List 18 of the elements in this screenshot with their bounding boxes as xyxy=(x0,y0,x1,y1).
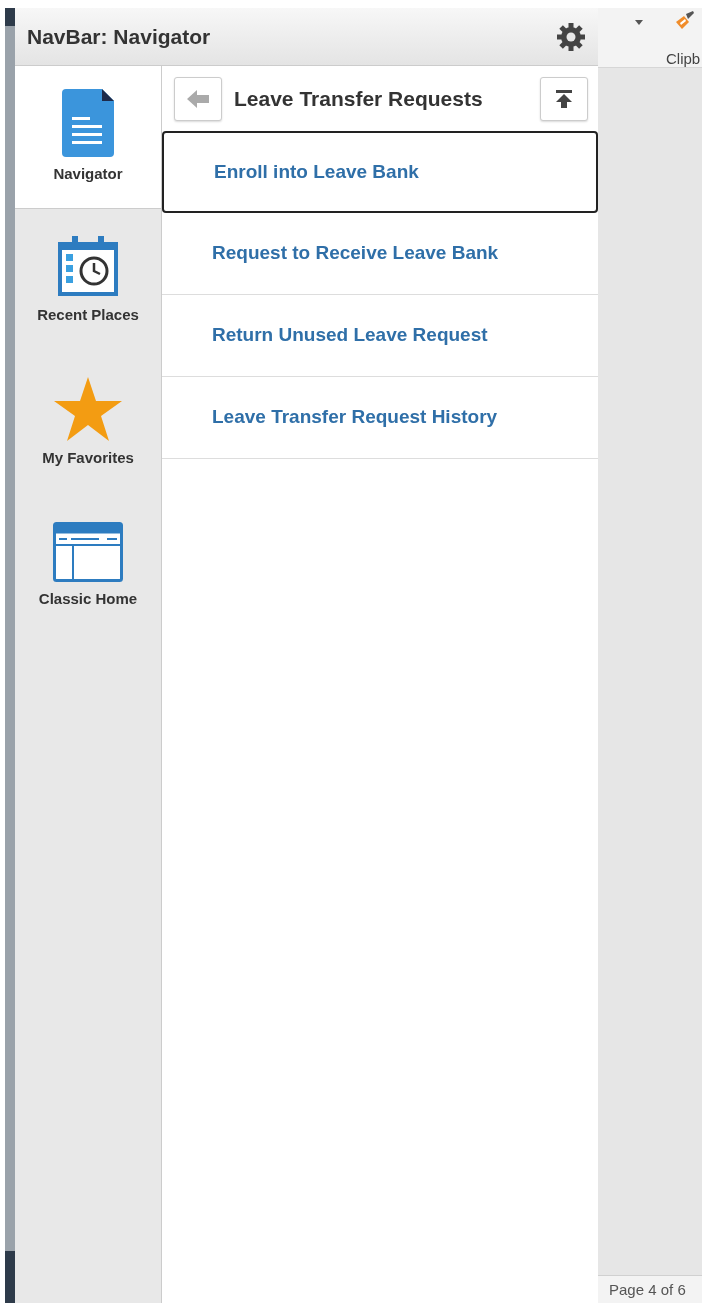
sidebar-item[interactable]: My Favorites xyxy=(15,352,161,495)
document-icon xyxy=(62,88,114,157)
sidebar-item[interactable]: Recent Places xyxy=(15,209,161,352)
scroll-top-button[interactable] xyxy=(540,76,588,121)
star-icon xyxy=(54,377,122,442)
folder-title: Leave Transfer Requests xyxy=(234,85,484,112)
sidebar-item[interactable]: Navigator xyxy=(15,66,161,209)
menu-link[interactable]: Enroll into Leave Bank xyxy=(162,131,598,213)
dropdown-caret-icon[interactable] xyxy=(635,20,643,25)
sidebar-item[interactable]: Classic Home xyxy=(15,495,161,638)
page-count: Page 4 of 6 xyxy=(598,1275,702,1303)
scroll-to-top-icon xyxy=(553,87,575,110)
back-arrow-icon xyxy=(185,87,211,110)
ribbon-group-label: Clipb xyxy=(666,49,701,69)
settings-icon[interactable] xyxy=(556,21,586,52)
calendar-clock-icon xyxy=(56,234,120,299)
panel-title: NavBar: Navigator xyxy=(27,23,211,50)
browser-window-icon xyxy=(53,522,123,583)
